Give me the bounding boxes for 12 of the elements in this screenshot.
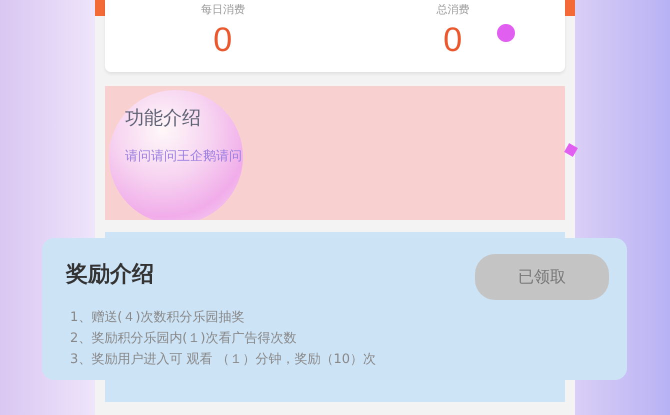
feature-title: 功能介绍 [125,106,202,131]
stat-label: 总消费 [436,4,470,15]
reward-rule: 2、奖励积分乐园内(１)次看广告得次数 [70,330,298,348]
stat-value: 0 [213,23,232,57]
stat-label: 每日消费 [200,4,245,15]
reward-title: 奖励介绍 [66,261,155,289]
accent-strip [95,0,105,16]
accent-strip [565,0,575,16]
reward-rule: 3、奖励用户进入可 观看 （１）分钟，奖励（10）次 [70,351,376,369]
reward-rule: 1、赠送(４)次数积分乐园抽奖 [70,309,246,327]
stat-value: 0 [443,23,462,57]
feature-text: 请问请问王企鹅请问 [125,148,243,166]
